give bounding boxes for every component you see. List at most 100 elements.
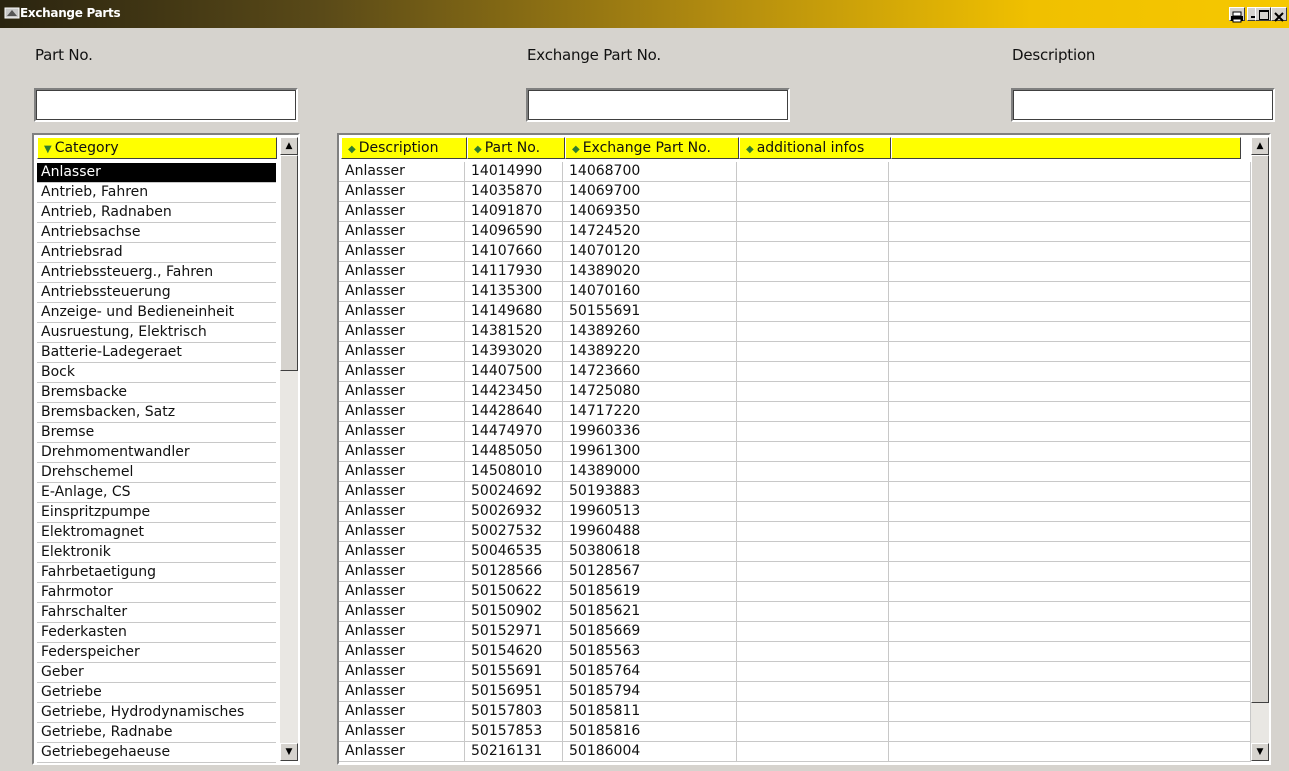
exchange-part-no-input[interactable] <box>526 88 790 122</box>
table-row[interactable]: Anlasser 14393020 14389220 <box>339 342 1252 362</box>
table-cell <box>889 542 1251 562</box>
category-list-item[interactable]: E-Anlage, CS <box>37 483 276 503</box>
category-list-item[interactable]: Antriebsrad <box>37 243 276 263</box>
category-list-item[interactable]: Bock <box>37 363 276 383</box>
table-cell <box>737 362 889 382</box>
table-cell: 14135300 <box>465 282 563 302</box>
table-row[interactable]: Anlasser 14423450 14725080 <box>339 382 1252 402</box>
category-list-item[interactable]: Antrieb, Fahren <box>37 183 276 203</box>
category-list-item[interactable]: Antriebssteuerg., Fahren <box>37 263 276 283</box>
category-list-item[interactable]: Geber <box>37 663 276 683</box>
scroll-thumb[interactable] <box>280 155 298 371</box>
parts-grid[interactable]: ◆ Description ◆ Part No. ◆ Exchange Part No. ◆… <box>337 133 1271 765</box>
print-icon[interactable] <box>1229 7 1245 23</box>
category-list-item[interactable]: Einspritzpumpe <box>37 503 276 523</box>
table-row[interactable]: Anlasser 50026932 19960513 <box>339 502 1252 522</box>
table-row[interactable]: Anlasser 14014990 14068700 <box>339 162 1252 182</box>
category-list-item[interactable]: Ausruestung, Elektrisch <box>37 323 276 343</box>
table-row[interactable]: Anlasser 14117930 14389020 <box>339 262 1252 282</box>
grid-scroll-thumb[interactable] <box>1251 155 1269 703</box>
table-cell: Anlasser <box>339 242 465 262</box>
category-list-item[interactable]: Fahrmotor <box>37 583 276 603</box>
table-row[interactable]: Anlasser 50155691 50185764 <box>339 662 1252 682</box>
category-list-item[interactable]: Anzeige- und Bedieneinheit <box>37 303 276 323</box>
category-list-item[interactable]: Drehmomentwandler <box>37 443 276 463</box>
table-row[interactable]: Anlasser 14135300 14070160 <box>339 282 1252 302</box>
table-row[interactable]: Anlasser 50154620 50185563 <box>339 642 1252 662</box>
additional-infos-column-header[interactable]: ◆ additional infos <box>739 137 891 159</box>
scroll-down-button[interactable]: ▼ <box>280 743 298 761</box>
category-list-item[interactable]: Antrieb, Radnaben <box>37 203 276 223</box>
part-no-column-header[interactable]: ◆ Part No. <box>467 137 565 159</box>
category-list-item[interactable]: Elektromagnet <box>37 523 276 543</box>
window-title: Exchange Parts <box>20 6 121 20</box>
table-row[interactable]: Anlasser 14428640 14717220 <box>339 402 1252 422</box>
description-column-header[interactable]: ◆ Description <box>341 137 467 159</box>
table-row[interactable]: Anlasser 50157803 50185811 <box>339 702 1252 722</box>
category-list-item[interactable]: Bremse <box>37 423 276 443</box>
category-column-header[interactable]: ▼ Category <box>37 137 277 159</box>
category-list-item[interactable]: Batterie-Ladegeraet <box>37 343 276 363</box>
table-row[interactable]: Anlasser 50128566 50128567 <box>339 562 1252 582</box>
category-list-item[interactable]: Fahrschalter <box>37 603 276 623</box>
table-row[interactable]: Anlasser 50216131 50186004 <box>339 742 1252 762</box>
close-button[interactable] <box>1271 7 1287 22</box>
empty-column-header[interactable] <box>891 137 1241 159</box>
category-list-item[interactable]: Anlasser <box>37 163 276 183</box>
table-row[interactable]: Anlasser 50150622 50185619 <box>339 582 1252 602</box>
category-list[interactable]: ▼ Category Anlasser Antrieb, Fahren Antrieb… <box>32 133 300 765</box>
table-row[interactable]: Anlasser 50150902 50185621 <box>339 602 1252 622</box>
table-cell <box>737 222 889 242</box>
category-list-item[interactable]: Getriebe, Radnabe <box>37 723 276 743</box>
table-cell: 14407500 <box>465 362 563 382</box>
table-cell <box>737 482 889 502</box>
table-cell <box>889 182 1251 202</box>
table-cell <box>889 202 1251 222</box>
table-row[interactable]: Anlasser 14096590 14724520 <box>339 222 1252 242</box>
category-list-item[interactable]: Getriebe <box>37 683 276 703</box>
table-row[interactable]: Anlasser 14407500 14723660 <box>339 362 1252 382</box>
description-input[interactable] <box>1011 88 1275 122</box>
table-cell: 50128566 <box>465 562 563 582</box>
grid-scroll-down-button[interactable]: ▼ <box>1251 743 1269 761</box>
category-scrollbar[interactable]: ▲ ▼ <box>280 137 298 761</box>
table-cell: 14485050 <box>465 442 563 462</box>
table-row[interactable]: Anlasser 50046535 50380618 <box>339 542 1252 562</box>
table-row[interactable]: Anlasser 50157853 50185816 <box>339 722 1252 742</box>
category-list-item[interactable]: Bremsbacken, Satz <box>37 403 276 423</box>
category-list-item[interactable]: Getriebegehaeuse <box>37 743 276 763</box>
category-list-item[interactable]: Bremsbacke <box>37 383 276 403</box>
scroll-up-button[interactable]: ▲ <box>280 137 298 155</box>
table-row[interactable]: Anlasser 14149680 50155691 <box>339 302 1252 322</box>
table-row[interactable]: Anlasser 14381520 14389260 <box>339 322 1252 342</box>
exchange-part-no-column-header[interactable]: ◆ Exchange Part No. <box>565 137 739 159</box>
table-row[interactable]: Anlasser 14485050 19961300 <box>339 442 1252 462</box>
grid-scroll-up-button[interactable]: ▲ <box>1251 137 1269 155</box>
category-list-item[interactable]: Drehschemel <box>37 463 276 483</box>
category-list-item[interactable]: Federkasten <box>37 623 276 643</box>
part-no-input[interactable] <box>34 88 298 122</box>
table-row[interactable]: Anlasser 50156951 50185794 <box>339 682 1252 702</box>
title-bar[interactable]: Exchange Parts <box>0 0 1289 28</box>
table-row[interactable]: Anlasser 50152971 50185669 <box>339 622 1252 642</box>
table-row[interactable]: Anlasser 14107660 14070120 <box>339 242 1252 262</box>
table-cell <box>737 422 889 442</box>
table-cell: 14423450 <box>465 382 563 402</box>
table-cell <box>889 482 1251 502</box>
table-row[interactable]: Anlasser 50024692 50193883 <box>339 482 1252 502</box>
table-row[interactable]: Anlasser 50027532 19960488 <box>339 522 1252 542</box>
category-list-item[interactable]: Federspeicher <box>37 643 276 663</box>
maximize-button[interactable] <box>1255 7 1271 21</box>
table-row[interactable]: Anlasser 14035870 14069700 <box>339 182 1252 202</box>
table-row[interactable]: Anlasser 14474970 19960336 <box>339 422 1252 442</box>
grid-scrollbar[interactable]: ▲ ▼ <box>1251 137 1269 761</box>
category-list-item[interactable]: Antriebssteuerung <box>37 283 276 303</box>
table-cell: 50150622 <box>465 582 563 602</box>
table-cell <box>889 342 1251 362</box>
table-row[interactable]: Anlasser 14508010 14389000 <box>339 462 1252 482</box>
category-list-item[interactable]: Getriebe, Hydrodynamisches <box>37 703 276 723</box>
category-list-item[interactable]: Elektronik <box>37 543 276 563</box>
table-row[interactable]: Anlasser 14091870 14069350 <box>339 202 1252 222</box>
category-list-item[interactable]: Fahrbetaetigung <box>37 563 276 583</box>
category-list-item[interactable]: Antriebsachse <box>37 223 276 243</box>
